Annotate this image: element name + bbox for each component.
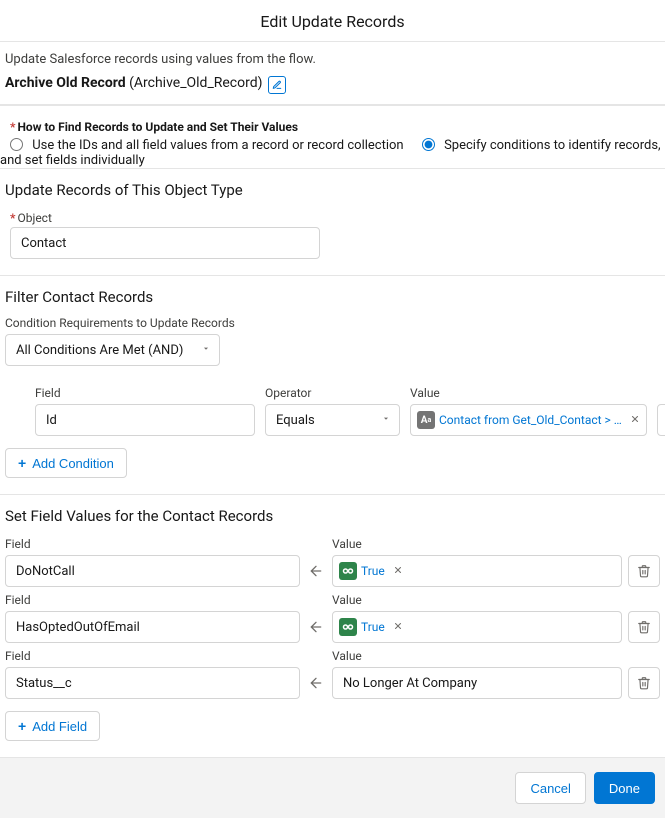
fv-value-input[interactable]: No Longer At Company: [332, 667, 622, 699]
plus-icon: +: [18, 718, 26, 734]
cond-field-input[interactable]: Id: [35, 404, 255, 436]
delete-field-button[interactable]: [628, 555, 660, 587]
pencil-icon[interactable]: [268, 76, 286, 94]
condition-req-label: Condition Requirements to Update Records: [5, 314, 660, 332]
text-variable-icon: Aa: [417, 411, 435, 429]
delete-condition-button[interactable]: [657, 404, 665, 436]
fv-value: No Longer At Company: [343, 676, 477, 691]
fv-field-label: Field: [5, 535, 300, 553]
fv-value-input[interactable]: True: [332, 611, 622, 643]
element-api-name: (Archive_Old_Record): [129, 75, 262, 91]
condition-req-select[interactable]: All Conditions Are Met (AND): [5, 334, 220, 366]
fv-field: HasOptedOutOfEmail: [16, 620, 140, 635]
delete-field-button[interactable]: [628, 667, 660, 699]
clear-icon[interactable]: [630, 413, 640, 428]
arrow-left-icon: [306, 675, 326, 691]
done-button[interactable]: Done: [594, 772, 655, 804]
fv-field: Status__c: [16, 676, 72, 691]
fv-field-label: Field: [5, 591, 300, 609]
chevron-down-icon: [381, 413, 391, 428]
object-input[interactable]: Contact: [10, 227, 320, 259]
dialog-description: Update Salesforce records using values f…: [0, 42, 665, 71]
element-name: Archive Old Record: [5, 75, 126, 91]
fv-field-input[interactable]: HasOptedOutOfEmail: [5, 611, 300, 643]
fv-value: True: [361, 564, 385, 578]
radio-specify-conditions-input[interactable]: [422, 138, 435, 151]
condition-req-value: All Conditions Are Met (AND): [16, 343, 183, 358]
fv-value-label: Value: [332, 591, 622, 609]
cond-operator-label: Operator: [265, 384, 400, 402]
cond-value-input[interactable]: Aa Contact from Get_Old_Contact > …: [410, 404, 647, 436]
cond-value-label: Value: [410, 384, 618, 402]
add-condition-button[interactable]: + Add Condition: [5, 448, 127, 478]
arrow-left-icon: [306, 563, 326, 579]
dialog-footer: Cancel Done: [0, 757, 665, 818]
fv-field-label: Field: [5, 647, 300, 665]
fv-value-label: Value: [332, 535, 622, 553]
filter-section-title: Filter Contact Records: [0, 276, 665, 312]
clear-icon[interactable]: [393, 620, 403, 635]
boolean-icon: [339, 562, 357, 580]
cond-operator-value: Equals: [276, 413, 315, 428]
fv-field-input[interactable]: DoNotCall: [5, 555, 300, 587]
cond-field-label: Field: [35, 384, 255, 402]
fv-field-input[interactable]: Status__c: [5, 667, 300, 699]
delete-field-button[interactable]: [628, 611, 660, 643]
clear-icon[interactable]: [393, 564, 403, 579]
cond-value-pill: Contact from Get_Old_Contact > …: [439, 413, 622, 427]
fv-value-input[interactable]: True: [332, 555, 622, 587]
how-to-heading: How to Find Records to Update and Set Th…: [0, 106, 665, 138]
set-section-title: Set Field Values for the Contact Records: [0, 495, 665, 531]
object-value: Contact: [21, 236, 66, 251]
add-field-label: Add Field: [32, 719, 87, 734]
fv-value: True: [361, 620, 385, 634]
cond-field-value: Id: [46, 413, 57, 428]
add-field-button[interactable]: + Add Field: [5, 711, 100, 741]
boolean-icon: [339, 618, 357, 636]
chevron-down-icon: [201, 343, 211, 358]
add-condition-label: Add Condition: [32, 456, 114, 471]
fv-field: DoNotCall: [16, 564, 75, 579]
arrow-left-icon: [306, 619, 326, 635]
dialog-title: Edit Update Records: [0, 0, 665, 42]
cancel-button[interactable]: Cancel: [515, 772, 585, 804]
cond-operator-select[interactable]: Equals: [265, 404, 400, 436]
object-label: Object: [10, 209, 660, 227]
element-name-row: Archive Old Record (Archive_Old_Record): [0, 71, 665, 104]
plus-icon: +: [18, 455, 26, 471]
fv-value-label: Value: [332, 647, 622, 665]
